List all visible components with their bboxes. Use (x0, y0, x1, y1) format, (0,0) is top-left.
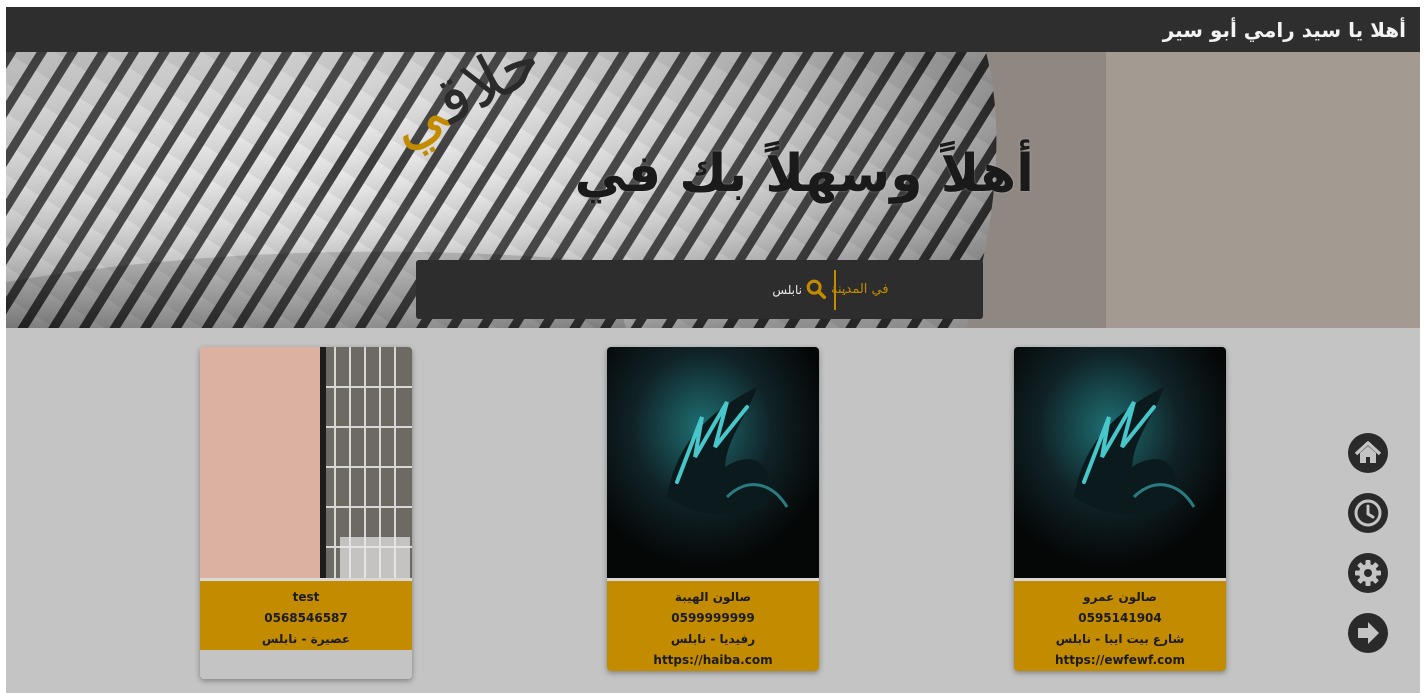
salon-website[interactable]: https://haiba.com (607, 650, 819, 671)
salon-address: شارع بيت ايبا - نابلس (1055, 632, 1185, 646)
salon-info: test 0568546587 عصيرة - نابلس (200, 578, 412, 650)
search-icon[interactable] (805, 278, 827, 300)
salon-image (200, 347, 412, 578)
salon-website[interactable]: https://ewfewf.com (1014, 650, 1226, 671)
page: أهلا يا سيد رامي أبو سير حلاقي أهلاً وسه… (6, 7, 1420, 693)
salon-name: صالون الهيبة (674, 590, 752, 604)
hero-title: أهلاً وسهلاً بك في (574, 144, 1034, 204)
search-input[interactable] (696, 275, 804, 305)
salon-phone: 0595141904 (1078, 611, 1162, 625)
logout-icon[interactable] (1347, 612, 1389, 654)
hero-banner: حلاقي أهلاً وسهلاً بك في في المدينة ⌄ (6, 52, 1420, 328)
salon-phone: 0599999999 (671, 611, 755, 625)
history-icon[interactable] (1347, 492, 1389, 534)
city-select[interactable]: في المدينة (831, 260, 971, 319)
salon-card[interactable]: test 0568546587 عصيرة - نابلس (200, 347, 412, 679)
salon-phone: 0568546587 (264, 611, 348, 625)
search-bar: في المدينة ⌄ (416, 260, 983, 319)
side-nav (1347, 432, 1393, 672)
search-divider (834, 270, 836, 310)
salon-name: test (292, 590, 320, 604)
greeting-text: أهلا يا سيد رامي أبو سير (1162, 17, 1406, 42)
salon-address: عصيرة - نابلس (261, 632, 351, 646)
salon-card[interactable]: صالون عمرو 0595141904 شارع بيت ايبا - نا… (1014, 347, 1226, 671)
top-bar: أهلا يا سيد رامي أبو سير (6, 7, 1420, 52)
home-icon[interactable] (1347, 432, 1389, 474)
salon-card[interactable]: صالون الهيبة 0599999999 رفيديا - نابلس h… (607, 347, 819, 671)
salon-info: صالون الهيبة 0599999999 رفيديا - نابلس h… (607, 578, 819, 671)
salon-address: رفيديا - نابلس (670, 632, 756, 646)
chevron-down-icon[interactable]: ⌄ (840, 284, 849, 297)
salon-image (607, 347, 819, 578)
salon-name: صالون عمرو (1083, 590, 1157, 604)
salon-info: صالون عمرو 0595141904 شارع بيت ايبا - نا… (1014, 578, 1226, 671)
settings-icon[interactable] (1347, 552, 1389, 594)
salon-image (1014, 347, 1226, 578)
